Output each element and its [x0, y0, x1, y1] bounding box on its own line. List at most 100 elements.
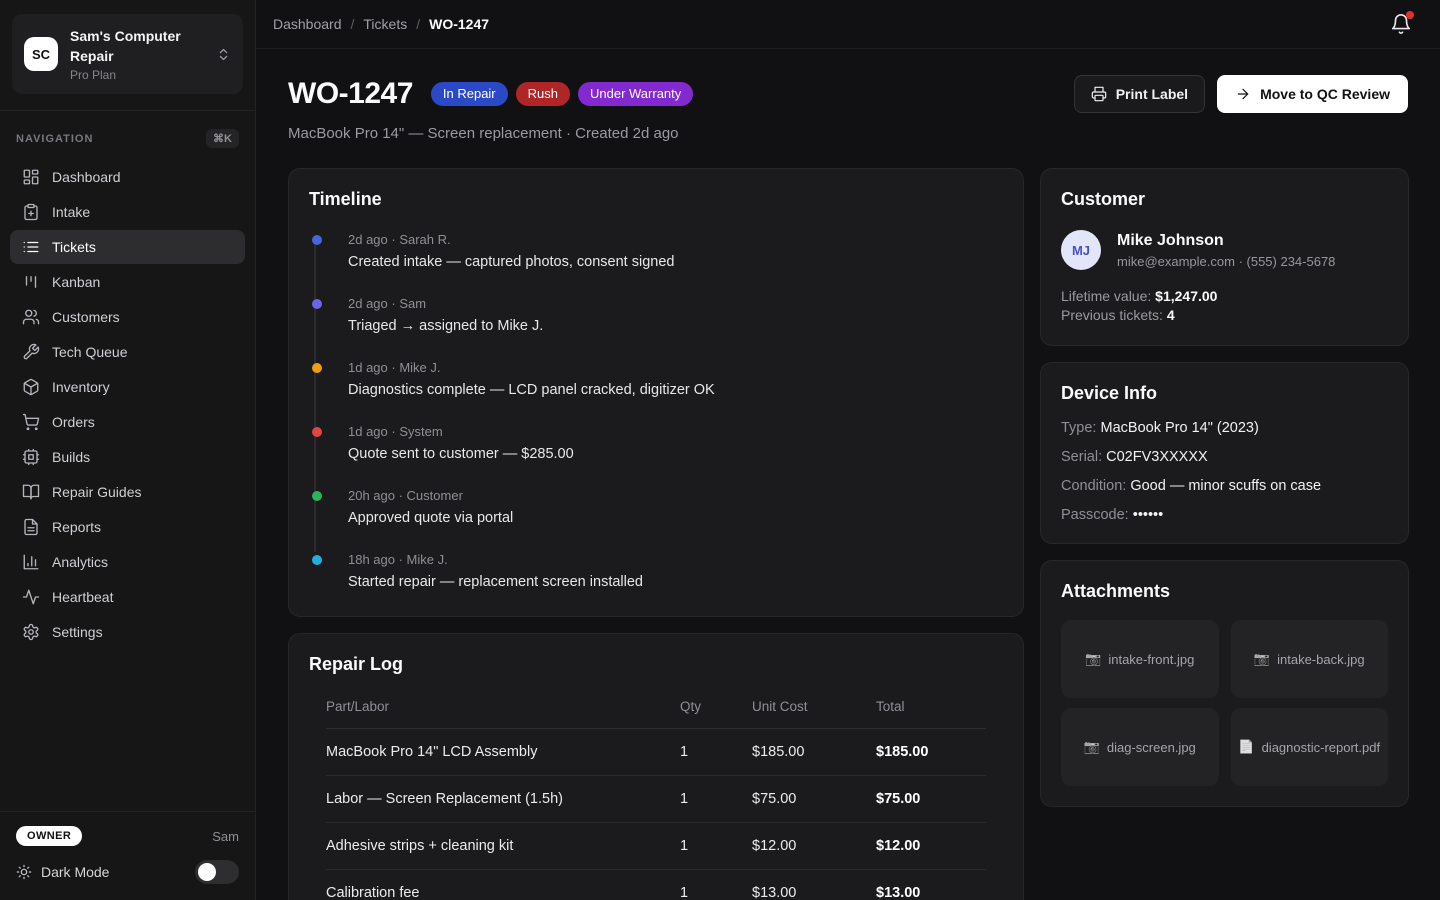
sidebar-item-inventory[interactable]: Inventory: [10, 370, 245, 404]
device-serial-label: Serial:: [1061, 449, 1106, 465]
cell-unit-cost: $12.00: [752, 823, 876, 869]
attachment-intake-front[interactable]: 📷 intake-front.jpg: [1061, 620, 1219, 698]
col-header-part: Part/Labor: [326, 695, 680, 728]
attachment-name: intake-back.jpg: [1277, 652, 1364, 667]
device-passcode-line: Passcode: ••••••: [1061, 507, 1388, 523]
notification-dot: [1406, 11, 1414, 19]
table-row: MacBook Pro 14" LCD Assembly 1 $185.00 $…: [326, 729, 986, 776]
notifications-button[interactable]: [1386, 9, 1416, 39]
device-serial-value: C02FV3XXXXX: [1106, 449, 1208, 465]
cpu-icon: [22, 448, 40, 466]
attachment-diag-screen[interactable]: 📷 diag-screen.jpg: [1061, 708, 1219, 786]
sidebar-item-tech-queue[interactable]: Tech Queue: [10, 335, 245, 369]
sidebar-item-heartbeat[interactable]: Heartbeat: [10, 580, 245, 614]
cell-part: Adhesive strips + cleaning kit: [326, 823, 680, 869]
cell-total: $75.00: [876, 776, 986, 822]
move-to-qc-button[interactable]: Move to QC Review: [1217, 75, 1408, 113]
cell-total: $185.00: [876, 729, 986, 775]
left-column: Timeline 2d ago · Sarah R. Created intak…: [288, 168, 1024, 900]
sidebar-item-reports[interactable]: Reports: [10, 510, 245, 544]
lifetime-value-label: Lifetime value:: [1061, 288, 1155, 304]
package-icon: [22, 378, 40, 396]
sidebar-item-label: Tech Queue: [52, 344, 128, 360]
sidebar-item-label: Builds: [52, 449, 90, 465]
timeline-dot: [312, 363, 322, 373]
col-header-unit-cost: Unit Cost: [752, 695, 876, 728]
customer-card: Customer MJ Mike Johnson mike@example.co…: [1040, 168, 1409, 346]
customer-name: Mike Johnson: [1117, 232, 1335, 250]
breadcrumb-separator: /: [416, 16, 420, 32]
previous-tickets-value: 4: [1167, 307, 1175, 323]
dark-mode-label: Dark Mode: [41, 864, 186, 880]
activity-icon: [22, 588, 40, 606]
sidebar-item-settings[interactable]: Settings: [10, 615, 245, 649]
sidebar-item-label: Heartbeat: [52, 589, 113, 605]
timeline-meta: 2d ago · Sam: [348, 296, 1003, 311]
cell-part: Calibration fee: [326, 870, 680, 900]
cell-qty: 1: [680, 776, 752, 822]
workspace-switcher[interactable]: SC Sam's Computer Repair Pro Plan: [12, 14, 243, 94]
sidebar-item-builds[interactable]: Builds: [10, 440, 245, 474]
attachment-intake-back[interactable]: 📷 intake-back.jpg: [1231, 620, 1389, 698]
sidebar-item-label: Dashboard: [52, 169, 121, 185]
attachment-diagnostic-report[interactable]: 📄 diagnostic-report.pdf: [1231, 708, 1389, 786]
sidebar-item-repair-guides[interactable]: Repair Guides: [10, 475, 245, 509]
timeline-entry: 1d ago · Mike J. Diagnostics complete — …: [311, 360, 1003, 398]
breadcrumb-dashboard[interactable]: Dashboard: [273, 16, 342, 32]
navigation-label: NAVIGATION: [16, 133, 93, 145]
dark-mode-toggle[interactable]: [195, 860, 239, 884]
cell-unit-cost: $185.00: [752, 729, 876, 775]
cell-qty: 1: [680, 823, 752, 869]
chevrons-up-down-icon: [216, 47, 231, 62]
workspace-avatar: SC: [24, 37, 58, 71]
timeline-entry: 20h ago · Customer Approved quote via po…: [311, 488, 1003, 526]
command-k-shortcut[interactable]: ⌘K: [206, 129, 239, 148]
cell-total: $12.00: [876, 823, 986, 869]
sun-icon: [16, 864, 32, 880]
table-header-row: Part/Labor Qty Unit Cost Total: [326, 695, 986, 729]
timeline-text: Triaged → assigned to Mike J.: [348, 318, 1003, 334]
attachments-grid: 📷 intake-front.jpg 📷 intake-back.jpg 📷 d…: [1061, 620, 1388, 786]
device-condition-label: Condition:: [1061, 478, 1130, 494]
timeline-text: Quote sent to customer — $285.00: [348, 446, 1003, 462]
print-label-button[interactable]: Print Label: [1074, 75, 1205, 113]
sidebar-nav: Dashboard Intake Tickets Kanban Customer…: [0, 156, 255, 650]
workspace-name: Sam's Computer Repair: [70, 26, 204, 66]
print-label-text: Print Label: [1116, 86, 1188, 102]
sidebar-item-label: Repair Guides: [52, 484, 142, 500]
sidebar-item-label: Customers: [52, 309, 120, 325]
status-badges: In Repair Rush Under Warranty: [431, 82, 693, 106]
role-badge: OWNER: [16, 826, 82, 846]
printer-icon: [1091, 86, 1107, 102]
clipboard-plus-icon: [22, 203, 40, 221]
sidebar-item-intake[interactable]: Intake: [10, 195, 245, 229]
timeline-dot: [312, 491, 322, 501]
header-actions: Print Label Move to QC Review: [1074, 75, 1408, 113]
sidebar-item-kanban[interactable]: Kanban: [10, 265, 245, 299]
dark-mode-row: Dark Mode: [16, 860, 239, 884]
list-icon: [22, 238, 40, 256]
col-header-total: Total: [876, 695, 986, 728]
breadcrumb-separator: /: [351, 16, 355, 32]
sidebar-item-orders[interactable]: Orders: [10, 405, 245, 439]
sidebar-item-analytics[interactable]: Analytics: [10, 545, 245, 579]
timeline-entry: 18h ago · Mike J. Started repair — repla…: [311, 552, 1003, 590]
sidebar-item-tickets[interactable]: Tickets: [10, 230, 245, 264]
gear-icon: [22, 623, 40, 641]
breadcrumb-tickets[interactable]: Tickets: [363, 16, 407, 32]
book-open-icon: [22, 483, 40, 501]
sidebar-footer: OWNER Sam Dark Mode: [0, 811, 255, 900]
shopping-cart-icon: [22, 413, 40, 431]
timeline-entry: 1d ago · System Quote sent to customer —…: [311, 424, 1003, 462]
camera-icon: 📷: [1084, 739, 1100, 755]
content-grid: Timeline 2d ago · Sarah R. Created intak…: [256, 168, 1440, 900]
document-icon: 📄: [1238, 739, 1254, 755]
breadcrumb: Dashboard / Tickets / WO-1247: [273, 16, 489, 32]
sidebar-item-dashboard[interactable]: Dashboard: [10, 160, 245, 194]
device-type-label: Type:: [1061, 420, 1101, 436]
sidebar-item-customers[interactable]: Customers: [10, 300, 245, 334]
timeline-entry: 2d ago · Sam Triaged → assigned to Mike …: [311, 296, 1003, 334]
table-row: Adhesive strips + cleaning kit 1 $12.00 …: [326, 823, 986, 870]
wrench-icon: [22, 343, 40, 361]
timeline-dot: [312, 427, 322, 437]
